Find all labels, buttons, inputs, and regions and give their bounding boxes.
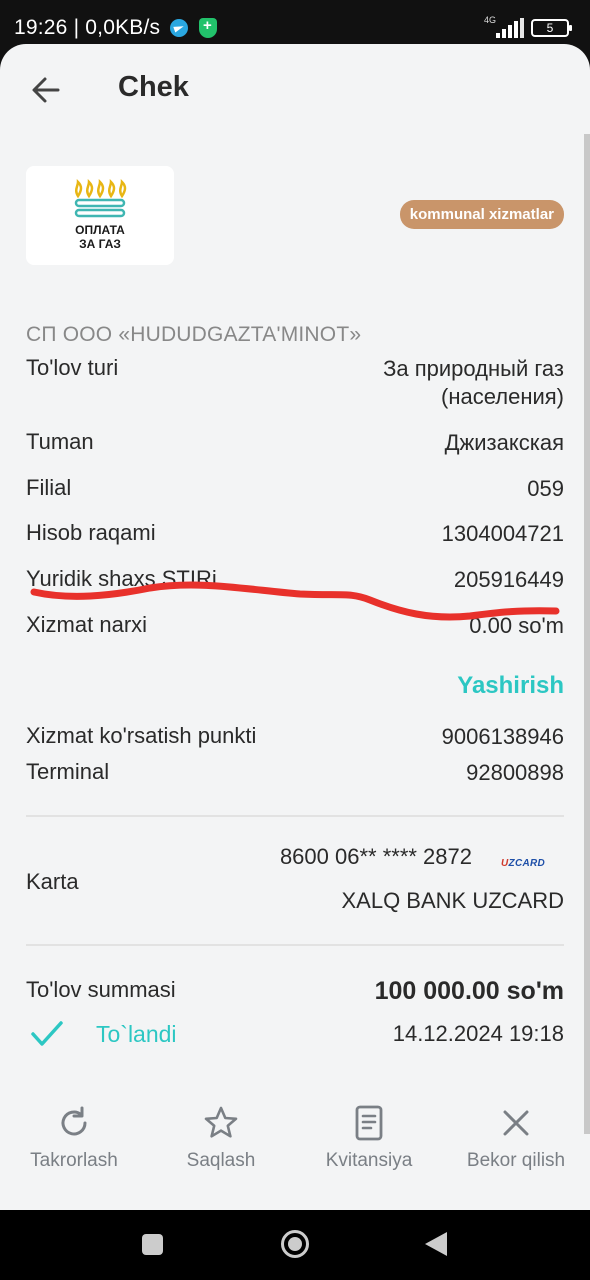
detail-value: За природный газ (населения) (383, 356, 564, 409)
battery-icon: 5 (531, 19, 572, 37)
detail-value: 205916449 (453, 567, 564, 592)
save-button[interactable]: Saqlash (156, 1104, 286, 1172)
back-button[interactable] (26, 70, 66, 110)
detail-label: Xizmat narxi (26, 612, 148, 637)
uzcard-logo-rest: ZCARD (508, 858, 546, 869)
repeat-label: Takrorlash (30, 1150, 118, 1171)
payment-label: To'lov summasi (26, 977, 176, 1002)
receipt-button[interactable]: Kvitansiya (304, 1104, 434, 1172)
payment-amount: 100 000.00 so'm (374, 977, 564, 1005)
check-icon (31, 1021, 63, 1046)
detail-value: 1304004721 (441, 521, 564, 546)
close-icon (503, 1110, 529, 1136)
detail-value: 0.00 so'm (469, 613, 564, 638)
detail-label: To'lov turi (26, 355, 119, 380)
system-nav-bar (0, 1210, 590, 1280)
service-value: 9006138946 (441, 724, 564, 749)
signal-icon (496, 18, 524, 38)
uzcard-logo: UZCARD (501, 858, 545, 869)
detail-label: Yuridik shaxs STIRi (26, 566, 217, 591)
card-number: 8600 06** **** 2872 (279, 844, 472, 869)
detail-label: Filial (26, 475, 72, 500)
service-label: Xizmat ko'rsatish punkti (26, 723, 257, 748)
repeat-icon (61, 1106, 87, 1136)
detail-row-payment-type: To'lov turi За природный газ (населения) (26, 355, 564, 415)
cancel-label: Bekor qilish (466, 1150, 566, 1171)
repeat-button[interactable]: Takrorlash (9, 1104, 139, 1172)
detail-value: Джизакская (444, 430, 564, 455)
detail-label: Hisob raqami (26, 520, 156, 545)
payment-status: To`landi (96, 1021, 177, 1047)
hide-details-link[interactable]: Yashirish (457, 672, 564, 700)
divider (26, 944, 564, 946)
arrow-left-icon (32, 77, 60, 103)
status-time: 19:26 | 0,0KB/s (14, 16, 161, 39)
category-badge: kommunal xizmatlar (399, 200, 564, 229)
detail-label: Tuman (26, 429, 94, 454)
gas-flame-icon (74, 178, 127, 218)
merchant-logo-text: ОПЛАТА ЗА ГАЗ (75, 223, 125, 251)
recents-icon[interactable] (142, 1234, 163, 1255)
save-label: Saqlash (186, 1150, 256, 1171)
service-label: Terminal (26, 759, 110, 784)
receipt-label: Kvitansiya (325, 1150, 413, 1171)
merchant-logo: ОПЛАТА ЗА ГАЗ (26, 166, 174, 265)
card-label: Karta (26, 869, 79, 894)
divider (26, 815, 564, 817)
card-bank: XALQ BANK UZCARD (341, 888, 565, 913)
service-value: 92800898 (466, 760, 564, 785)
payment-date: 14.12.2024 19:18 (392, 1021, 564, 1046)
network-type: 4G (484, 15, 497, 25)
receipt-sheet: Chek ОПЛАТА ЗА ГАЗ kommunal xizmatlar СП … (0, 44, 590, 1210)
cancel-button[interactable]: Bekor qilish (451, 1104, 581, 1172)
telegram-icon (170, 19, 188, 37)
receipt-icon (355, 1105, 383, 1141)
provider-name: СП ООО «HUDUDGAZTA'MINOT» (26, 323, 362, 346)
star-icon (204, 1106, 238, 1138)
scrollbar[interactable] (584, 134, 590, 1134)
back-triangle-icon[interactable] (425, 1232, 447, 1256)
detail-value: 059 (527, 476, 564, 501)
home-icon[interactable] (281, 1230, 309, 1258)
shield-icon (199, 17, 217, 38)
uzcard-logo-prefix: U (501, 858, 509, 869)
page-title: Chek (118, 71, 189, 103)
